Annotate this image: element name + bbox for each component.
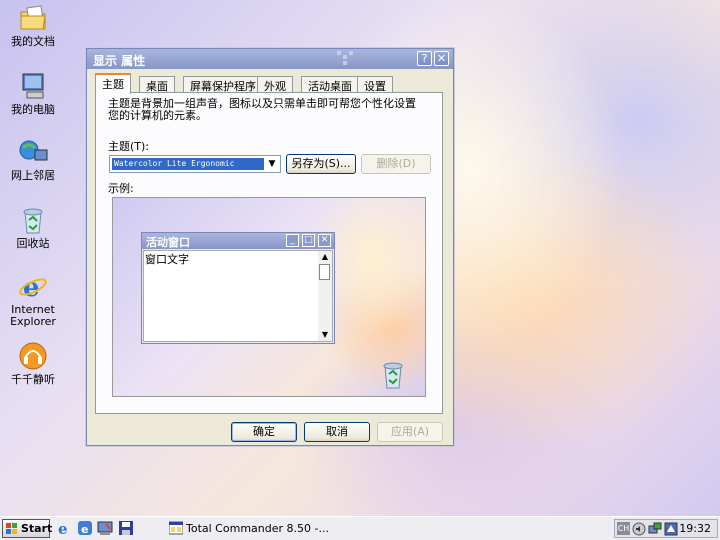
system-tray: CH 19:32	[614, 519, 718, 538]
preview-window-body: 窗口文字 ▲ ▼	[143, 250, 333, 342]
theme-preview: 活动窗口 _ □ ✕ 窗口文字 ▲ ▼	[112, 197, 426, 397]
internet-explorer-icon: e	[17, 270, 49, 303]
desktop-icon-label: 回收站	[16, 237, 50, 250]
windows-flag-icon	[6, 523, 17, 534]
computer-icon	[17, 70, 49, 102]
theme-select[interactable]: Watercolor Lite Ergonomic ▼	[109, 155, 281, 173]
desktop-icon-network[interactable]: 网上邻居	[4, 136, 62, 182]
network-icon	[17, 136, 49, 168]
apply-button[interactable]: 应用(A)	[377, 422, 443, 442]
save-icon[interactable]	[118, 520, 134, 536]
desktop-shortcut-icon[interactable]	[97, 520, 113, 536]
save-as-button[interactable]: 另存为(S)...	[286, 154, 356, 174]
recycle-bin-icon	[17, 204, 49, 236]
desktop-icon-my-documents[interactable]: 我的文档	[4, 2, 62, 48]
recycle-bin-icon	[383, 362, 403, 389]
app-tray-icon[interactable]	[664, 522, 678, 536]
ok-button[interactable]: 确定	[231, 422, 297, 442]
network-status-icon[interactable]	[648, 522, 662, 536]
desktop-icon-label: 网上邻居	[11, 169, 55, 182]
tab-strip: 主题 桌面 屏幕保护程序 外观 活动桌面 设置	[95, 73, 445, 94]
tab-desktop[interactable]: 桌面	[139, 76, 175, 93]
minimize-icon: _	[286, 234, 299, 247]
taskbar-button-total-commander[interactable]: Total Commander 8.50 -...	[166, 519, 329, 538]
preview-window-title: 活动窗口	[146, 236, 190, 249]
svg-text:e: e	[58, 520, 68, 536]
desktop-icon-internet-explorer[interactable]: e Internet Explorer	[4, 270, 62, 328]
taskbar-button-label: Total Commander 8.50 -...	[186, 522, 329, 535]
tab-settings[interactable]: 设置	[357, 76, 393, 93]
tab-screensaver[interactable]: 屏幕保护程序	[183, 76, 263, 93]
theme-select-value: Watercolor Lite Ergonomic	[111, 157, 265, 171]
tab-appearance[interactable]: 外观	[257, 76, 293, 93]
theme-label: 主题(T):	[108, 140, 150, 153]
clock: 19:32	[679, 522, 711, 535]
close-icon: ✕	[318, 234, 331, 247]
browser-icon[interactable]: e	[77, 520, 93, 536]
cancel-button[interactable]: 取消	[304, 422, 370, 442]
delete-button[interactable]: 删除(D)	[361, 154, 431, 174]
arrow-up-icon: ▲	[321, 252, 329, 261]
svg-text:e: e	[23, 273, 40, 302]
themes-panel: 主题是背景加一组声音，图标以及只需单击即可帮您个性化设置您的计算机的元素。 主题…	[95, 92, 443, 414]
start-button[interactable]: Start	[2, 519, 53, 538]
preview-title-bar: 活动窗口 _ □ ✕	[142, 233, 334, 249]
desktop-icon-recycle-bin[interactable]: 回收站	[4, 204, 62, 250]
desktop-icon-ttplayer[interactable]: 千千静听	[4, 340, 62, 386]
maximize-icon: □	[302, 234, 315, 247]
tab-active-desktop[interactable]: 活动桌面	[301, 76, 359, 93]
preview-window: 活动窗口 _ □ ✕ 窗口文字 ▲ ▼	[141, 232, 335, 344]
preview-window-text: 窗口文字	[145, 253, 189, 266]
title-bar[interactable]: 显示 属性 ? ✕	[87, 49, 453, 69]
tab-themes[interactable]: 主题	[95, 73, 131, 94]
desktop-icon-my-computer[interactable]: 我的电脑	[4, 70, 62, 116]
desktop-icon-label: Internet Explorer	[10, 303, 56, 328]
desktop-icon-label: 我的文档	[11, 35, 55, 48]
chevron-down-icon[interactable]: ▼	[265, 157, 279, 171]
title-bar-pattern-icon	[337, 51, 353, 65]
desktop-icon-label: 我的电脑	[11, 103, 55, 116]
preview-label: 示例:	[108, 182, 134, 195]
start-label: Start	[21, 522, 53, 535]
display-properties-dialog: 显示 属性 ? ✕ 主题 桌面 屏幕保护程序 外观 活动桌面 设置 主题是背景加…	[86, 48, 454, 446]
themes-description: 主题是背景加一组声音，图标以及只需单击即可帮您个性化设置您的计算机的元素。	[108, 97, 416, 122]
close-button[interactable]: ✕	[434, 51, 449, 66]
volume-icon[interactable]	[632, 522, 646, 536]
preview-scrollbar: ▲ ▼	[318, 251, 332, 341]
scroll-thumb	[319, 264, 330, 280]
language-indicator[interactable]: CH	[617, 522, 630, 535]
desktop-icon-label: 千千静听	[11, 373, 55, 386]
arrow-down-icon: ▼	[321, 330, 329, 339]
taskbar: Start e e Total Commander 8.50 -... CH 1…	[0, 516, 720, 540]
internet-explorer-icon[interactable]: e	[56, 520, 72, 536]
total-commander-icon	[169, 521, 183, 535]
dialog-title: 显示 属性	[93, 54, 146, 68]
help-button[interactable]: ?	[417, 51, 432, 66]
folder-icon	[17, 2, 49, 34]
headphones-icon	[17, 340, 49, 372]
svg-text:e: e	[81, 523, 88, 536]
